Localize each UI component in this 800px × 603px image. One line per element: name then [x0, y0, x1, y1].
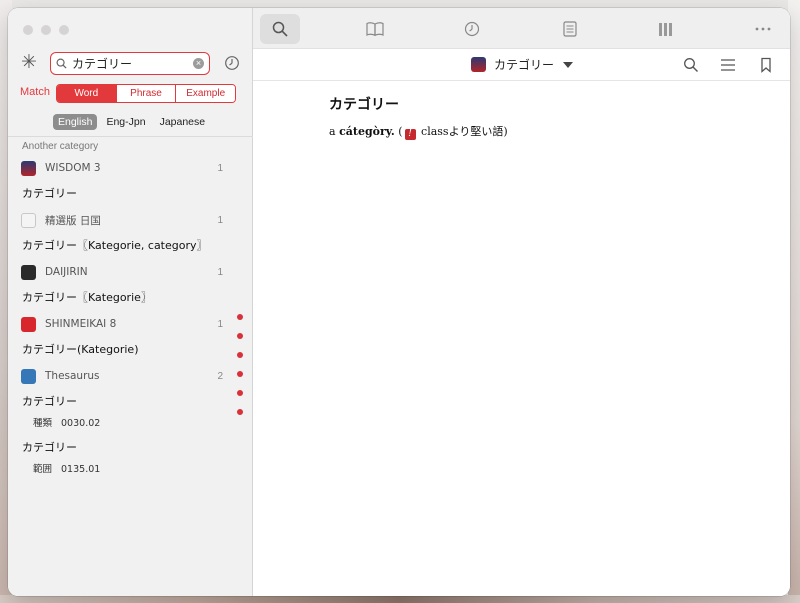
magnifier-icon [56, 58, 67, 69]
dictionary-selector[interactable]: カテゴリー [471, 56, 574, 73]
results-list: Another category WISDOM 3 1 カテゴリー 精選版 日国… [8, 139, 253, 475]
find-in-page-icon[interactable] [683, 57, 699, 73]
result-entry[interactable]: カテゴリー [8, 389, 253, 415]
clear-search-icon[interactable]: × [193, 58, 204, 69]
match-word-option[interactable]: Word [57, 85, 116, 102]
history-clock-icon[interactable] [224, 55, 240, 71]
entry-bar: カテゴリー [253, 49, 790, 81]
thesaurus-dict-icon [21, 368, 36, 384]
dict-count: 2 [217, 370, 223, 382]
match-example-option[interactable]: Example [175, 85, 235, 102]
search-icon [272, 21, 288, 37]
sidebar-divider [8, 136, 253, 137]
seisen-dict-icon [21, 212, 36, 228]
result-entry[interactable]: カテゴリー〖Kategorie〗 [8, 285, 253, 311]
match-segmented-control: Word Phrase Example [56, 84, 236, 103]
result-entry[interactable]: カテゴリー〖Kategorie, category〗 [8, 233, 253, 259]
sidebar: ✳ × Match Word Phrase Example English En… [8, 8, 253, 596]
definition: a cátegòry. (! classより堅い語) [329, 123, 508, 140]
lang-japanese-option[interactable]: Japanese [155, 114, 211, 130]
match-label: Match [20, 86, 50, 98]
status-dot [237, 409, 243, 415]
result-entry[interactable]: カテゴリー(Kategorie) [8, 337, 253, 363]
definition-word: cátegòry. [339, 125, 395, 138]
zoom-window-button[interactable] [59, 25, 69, 35]
category-code: 0030.02 [61, 418, 101, 429]
usage-note-icon: ! [404, 129, 416, 140]
category-name: 種類 [33, 418, 53, 429]
minimize-window-button[interactable] [41, 25, 51, 35]
result-entry[interactable]: カテゴリー [8, 181, 253, 207]
dict-header-seisen[interactable]: 精選版 日国 1 [8, 207, 253, 233]
notes-tab-button[interactable] [550, 14, 590, 44]
dict-count: 1 [217, 266, 223, 278]
dict-header-daijirin[interactable]: DAIJIRIN 1 [8, 259, 253, 285]
dict-count: 1 [217, 162, 223, 174]
definition-open: ( [394, 125, 403, 138]
status-dot [237, 352, 243, 358]
more-icon [755, 27, 771, 31]
dict-name: SHINMEIKAI 8 [45, 318, 117, 330]
wisdom-dict-icon [471, 57, 486, 72]
status-dot [237, 390, 243, 396]
list-menu-icon[interactable] [720, 57, 736, 73]
category-name: 範囲 [33, 464, 53, 475]
dict-count: 1 [217, 318, 223, 330]
book-icon [366, 22, 384, 36]
status-dots [237, 314, 243, 428]
status-dot [237, 371, 243, 377]
history-tab-button[interactable] [452, 14, 492, 44]
status-dot [237, 333, 243, 339]
search-field[interactable]: × [50, 52, 210, 75]
chevron-down-icon [563, 61, 574, 68]
headword: カテゴリー [329, 97, 399, 113]
window-controls [23, 25, 69, 35]
desktop-background-bottom [0, 595, 800, 603]
wisdom-dict-icon [21, 160, 36, 176]
dict-count: 1 [217, 214, 223, 226]
result-subentry: 種類 0030.02 [8, 415, 253, 429]
language-filter: English Eng-Jpn Japanese [53, 114, 210, 130]
result-subentry: 範囲 0135.01 [8, 461, 253, 475]
app-window: ✳ × Match Word Phrase Example English En… [8, 8, 790, 596]
close-window-button[interactable] [23, 25, 33, 35]
shinmeikai-dict-icon [21, 316, 36, 332]
dict-header-shinmeikai[interactable]: SHINMEIKAI 8 1 [8, 311, 253, 337]
category-code: 0135.01 [61, 464, 101, 475]
dict-name: WISDOM 3 [45, 162, 101, 174]
dictionary-selector-label: カテゴリー [494, 58, 555, 72]
entry-content: カテゴリー a cátegòry. (! classより堅い語) [329, 94, 508, 140]
history-icon [464, 21, 480, 37]
dict-name: DAIJIRIN [45, 266, 88, 278]
dict-header-wisdom[interactable]: WISDOM 3 1 [8, 155, 253, 181]
main-pane: カテゴリー カテゴリー a cátegòry. (! classより堅い語) [253, 8, 790, 596]
book-tab-button[interactable] [355, 14, 395, 44]
library-tab-button[interactable] [645, 14, 685, 44]
status-dot [237, 314, 243, 320]
lang-english-option[interactable]: English [53, 114, 98, 130]
toolbar [253, 8, 790, 49]
dict-name: Thesaurus [45, 370, 100, 382]
library-icon [658, 22, 672, 36]
definition-note: classより堅い語) [417, 125, 508, 138]
dict-header-thesaurus[interactable]: Thesaurus 2 [8, 363, 253, 389]
dict-name: 精選版 日国 [45, 214, 101, 227]
more-button[interactable] [743, 14, 783, 44]
search-tab-button[interactable] [260, 14, 300, 44]
definition-prefix: a [329, 125, 340, 138]
result-entry[interactable]: カテゴリー [8, 435, 253, 461]
match-phrase-option[interactable]: Phrase [115, 85, 176, 102]
bookmark-icon[interactable] [758, 57, 774, 73]
wildcard-icon[interactable]: ✳ [21, 53, 37, 72]
lang-eng-jpn-option[interactable]: Eng-Jpn [101, 114, 150, 130]
notes-icon [563, 21, 577, 37]
section-header: Another category [22, 141, 99, 152]
daijirin-dict-icon [21, 264, 36, 280]
search-input[interactable] [72, 56, 190, 71]
